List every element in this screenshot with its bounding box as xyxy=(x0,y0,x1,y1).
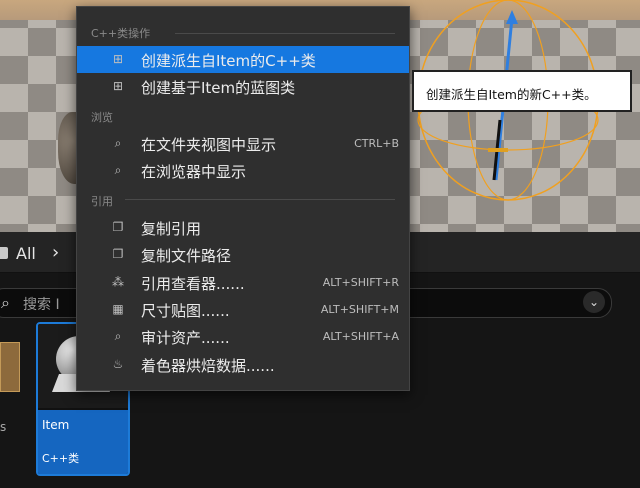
chevron-down-icon[interactable]: ⌄ xyxy=(583,291,605,313)
folder-search-icon: ⌕ xyxy=(114,163,122,177)
size-map-icon: ▦ xyxy=(112,302,124,316)
section-references: 引用 xyxy=(91,195,113,208)
menu-item-audit-assets[interactable]: ⌕ 审计资产...... ALT+SHIFT+A xyxy=(77,323,409,350)
audit-icon: ⌕ xyxy=(114,329,122,343)
menu-item-copy-reference[interactable]: ❐ 复制引用 xyxy=(77,214,409,241)
menu-item-shortcut: ALT+SHIFT+R xyxy=(322,276,399,289)
search-icon: ⌕ xyxy=(1,293,10,312)
breadcrumb-all[interactable]: All xyxy=(16,244,36,263)
asset-tile-partial[interactable] xyxy=(0,342,20,392)
menu-item-label: 着色器烘焙数据...... xyxy=(141,357,275,375)
shader-icon: ♨ xyxy=(112,357,124,371)
context-menu: C++类操作 ⊞ 创建派生自Item的C++类 ⊞ 创建基于Item的蓝图类 浏… xyxy=(76,6,410,391)
search-placeholder: 搜索 I xyxy=(23,297,60,313)
cpp-class-icon: ⊞ xyxy=(112,52,124,66)
section-browse: 浏览 xyxy=(91,111,113,124)
folder-icon[interactable] xyxy=(0,247,8,259)
section-cpp-actions: C++类操作 xyxy=(91,27,151,40)
menu-item-label: 复制文件路径 xyxy=(141,247,232,265)
menu-item-shader-cook-data[interactable]: ♨ 着色器烘焙数据...... xyxy=(77,351,409,378)
section-divider xyxy=(175,33,395,34)
folder-search-icon: ⌕ xyxy=(114,136,122,150)
asset-tile-partial-label: s xyxy=(0,420,7,434)
reference-viewer-icon: ⁂ xyxy=(112,275,124,289)
menu-item-show-in-browser[interactable]: ⌕ 在浏览器中显示 xyxy=(77,157,409,184)
copy-icon: ❐ xyxy=(112,220,124,234)
menu-item-label: 在文件夹视图中显示 xyxy=(141,136,277,154)
menu-item-label: 创建基于Item的蓝图类 xyxy=(141,79,296,97)
menu-item-label: 审计资产...... xyxy=(141,329,230,347)
menu-item-show-in-folder[interactable]: ⌕ 在文件夹视图中显示 CTRL+B xyxy=(77,130,409,157)
tooltip: 创建派生自Item的新C++类。 xyxy=(412,70,632,112)
menu-item-copy-file-path[interactable]: ❐ 复制文件路径 xyxy=(77,241,409,268)
chevron-right-icon[interactable]: › xyxy=(52,242,59,263)
menu-item-shortcut: ALT+SHIFT+A xyxy=(322,330,399,343)
asset-type: C++类 xyxy=(42,452,80,465)
copy-icon: ❐ xyxy=(112,247,124,261)
section-divider xyxy=(125,199,395,200)
asset-info: Item C++类 xyxy=(38,410,128,474)
menu-item-label: 在浏览器中显示 xyxy=(141,163,247,181)
menu-item-label: 创建派生自Item的C++类 xyxy=(141,52,316,70)
menu-item-reference-viewer[interactable]: ⁂ 引用查看器...... ALT+SHIFT+R xyxy=(77,269,409,296)
transform-gizmo[interactable] xyxy=(408,0,640,232)
cpp-class-icon: ⊞ xyxy=(112,79,124,93)
asset-name: Item xyxy=(42,418,70,432)
menu-item-label: 复制引用 xyxy=(141,220,202,238)
menu-item-size-map[interactable]: ▦ 尺寸贴图...... ALT+SHIFT+M xyxy=(77,296,409,323)
menu-item-label: 尺寸贴图...... xyxy=(141,302,230,320)
tooltip-text: 创建派生自Item的新C++类。 xyxy=(426,87,597,102)
menu-item-create-blueprint[interactable]: ⊞ 创建基于Item的蓝图类 xyxy=(77,73,409,100)
menu-item-create-derived-cpp[interactable]: ⊞ 创建派生自Item的C++类 xyxy=(77,46,409,73)
menu-item-shortcut: CTRL+B xyxy=(354,137,399,150)
menu-item-shortcut: ALT+SHIFT+M xyxy=(320,303,399,316)
menu-item-label: 引用查看器...... xyxy=(141,275,245,293)
